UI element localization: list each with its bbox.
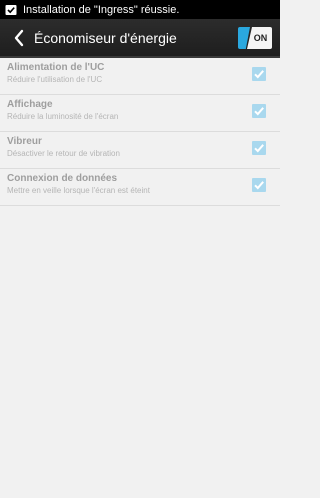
setting-subtitle: Réduire l'utilisation de l'UC xyxy=(7,75,103,84)
checkmark-icon xyxy=(254,144,264,153)
setting-checkbox[interactable] xyxy=(252,104,266,118)
action-bar: Économiseur d'énergie ON xyxy=(0,19,280,56)
setting-title: Vibreur xyxy=(7,136,42,147)
power-saver-toggle[interactable]: ON xyxy=(238,27,272,49)
setting-item-data-connection[interactable]: Connexion de données Mettre en veille lo… xyxy=(0,169,280,206)
setting-checkbox[interactable] xyxy=(252,141,266,155)
back-button[interactable] xyxy=(4,19,34,56)
setting-title: Affichage xyxy=(7,99,53,110)
setting-subtitle: Mettre en veille lorsque l'écran est éte… xyxy=(7,186,150,195)
setting-item-cpu[interactable]: Alimentation de l'UC Réduire l'utilisati… xyxy=(0,58,280,95)
toggle-label: ON xyxy=(247,27,272,49)
setting-subtitle: Réduire la luminosité de l'écran xyxy=(7,112,119,121)
status-notification-text: Installation de "Ingress" réussie. xyxy=(23,3,180,16)
setting-item-vibration[interactable]: Vibreur Désactiver le retour de vibratio… xyxy=(0,132,280,169)
setting-title: Connexion de données xyxy=(7,173,118,184)
setting-title: Alimentation de l'UC xyxy=(7,62,105,73)
setting-item-display[interactable]: Affichage Réduire la luminosité de l'écr… xyxy=(0,95,280,132)
checkmark-icon xyxy=(254,181,264,190)
setting-checkbox[interactable] xyxy=(252,178,266,192)
settings-list: Alimentation de l'UC Réduire l'utilisati… xyxy=(0,58,280,206)
setting-checkbox[interactable] xyxy=(252,67,266,81)
checkmark-icon xyxy=(254,107,264,116)
page-title: Économiseur d'énergie xyxy=(34,29,177,46)
status-bar: Installation de "Ingress" réussie. xyxy=(0,0,280,19)
setting-subtitle: Désactiver le retour de vibration xyxy=(7,149,120,158)
checkbox-check-icon xyxy=(5,4,17,16)
checkmark-icon xyxy=(254,70,264,79)
chevron-left-icon xyxy=(14,29,24,46)
